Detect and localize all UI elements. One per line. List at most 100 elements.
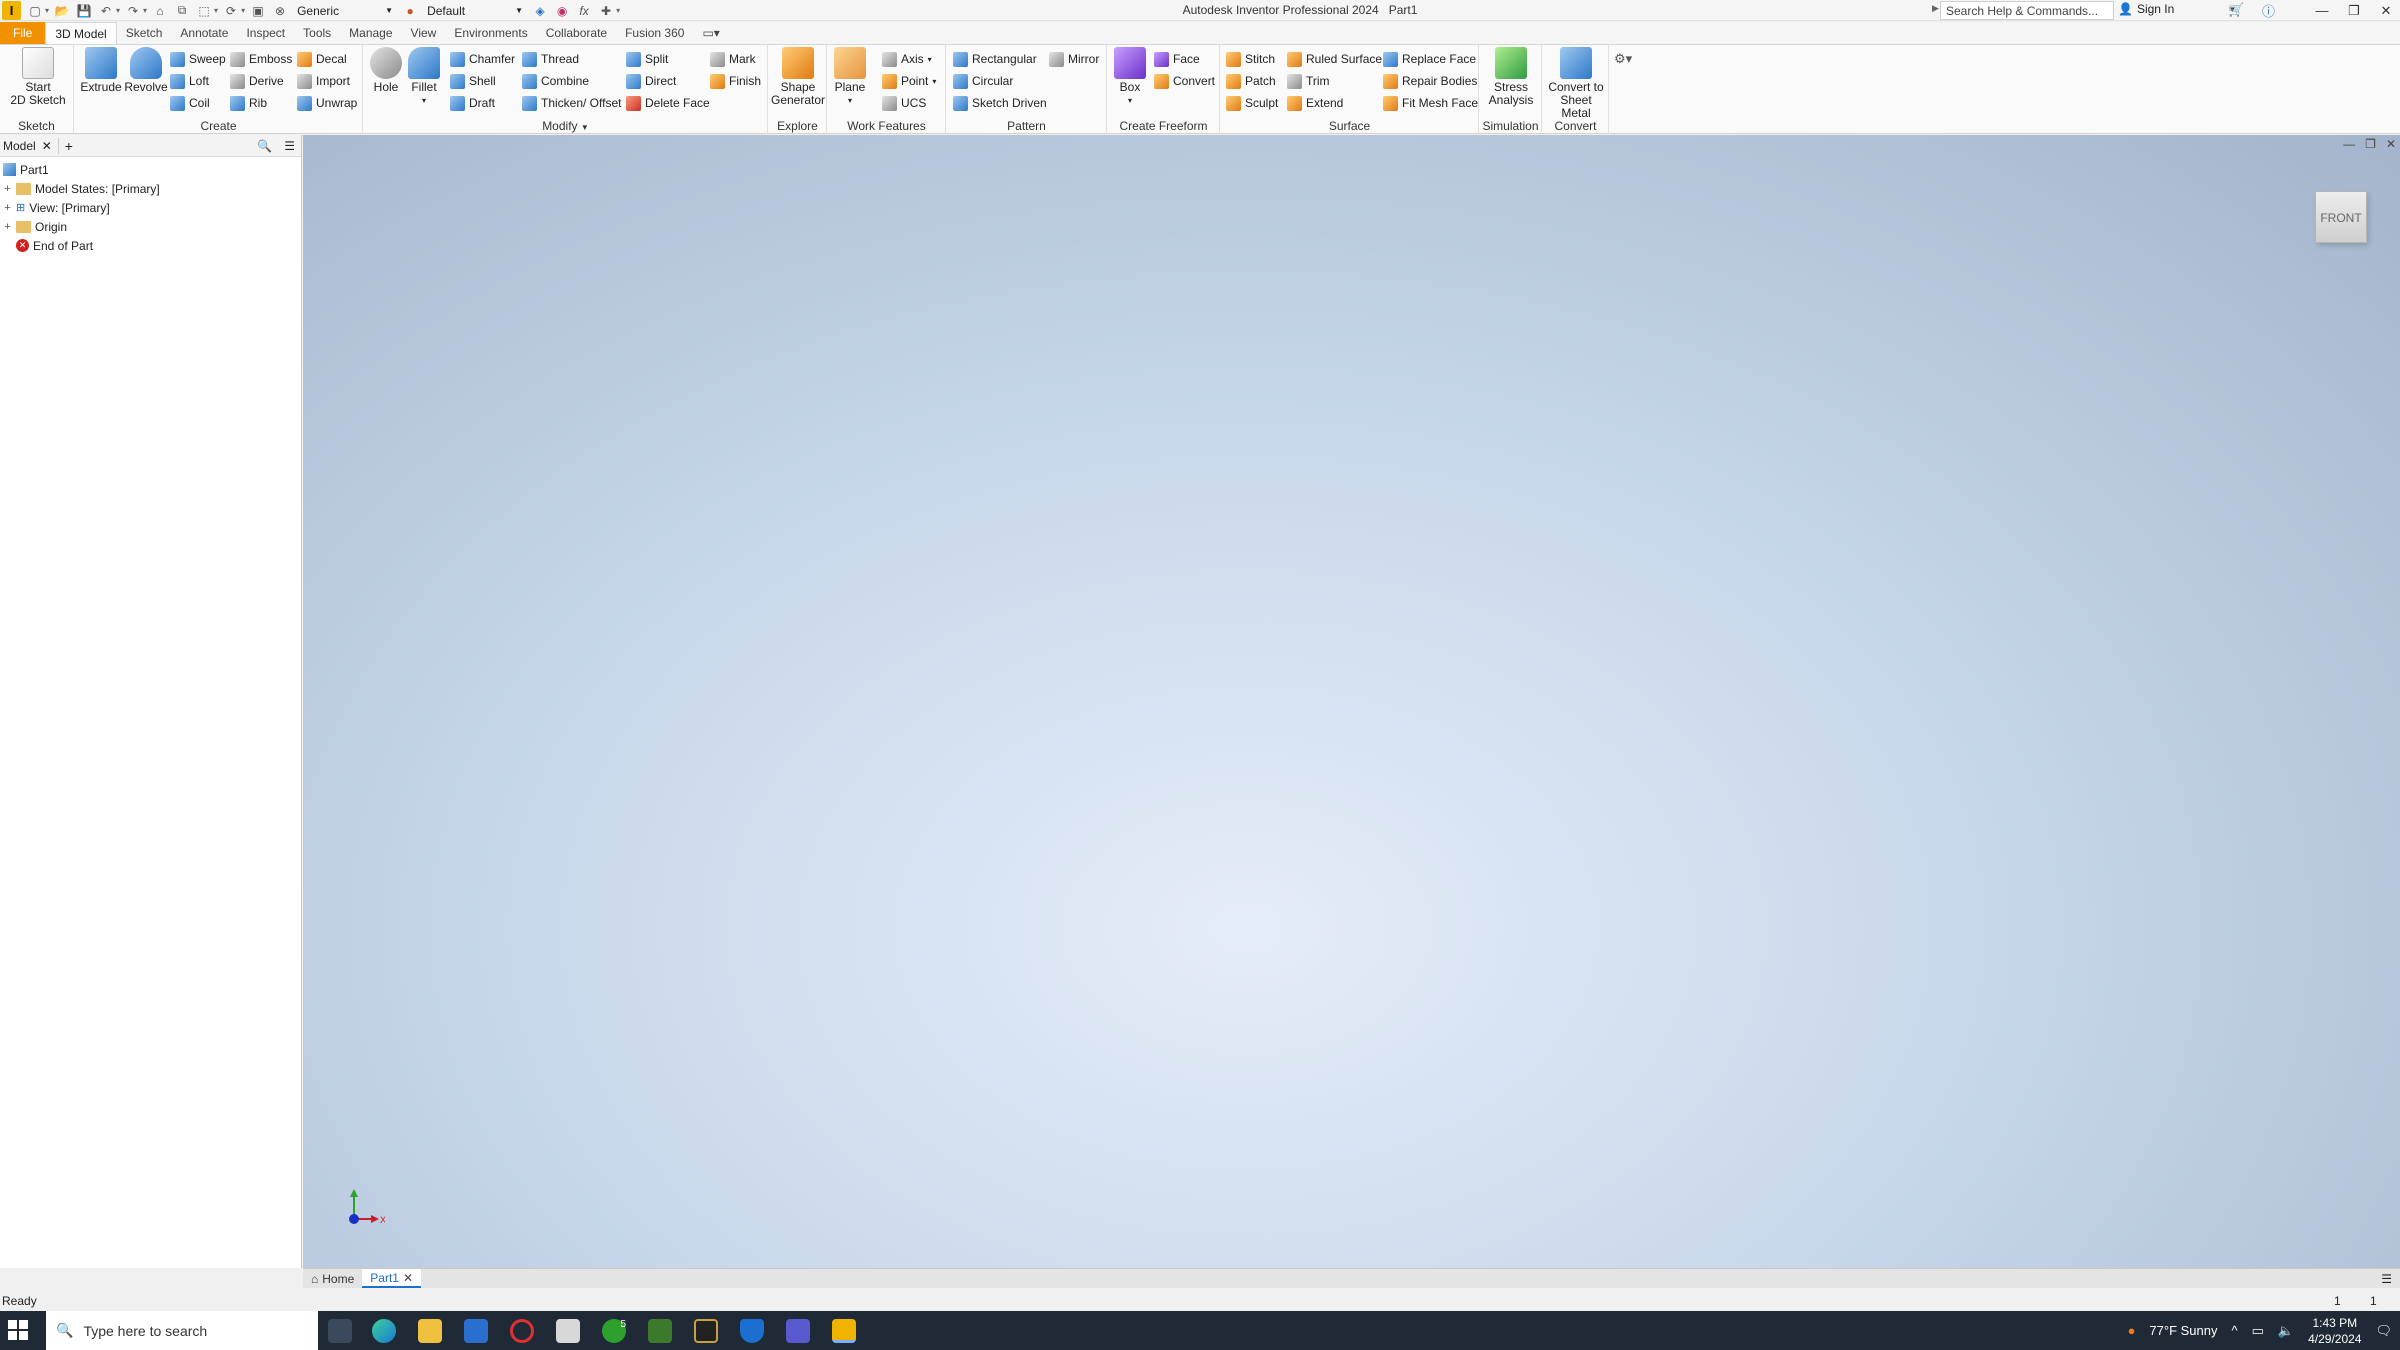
restore-icon[interactable]: ❐ xyxy=(2344,3,2364,19)
save-icon[interactable]: 💾 xyxy=(75,2,93,20)
weather-icon[interactable]: ● xyxy=(2128,1323,2136,1338)
sculpt-button[interactable]: Sculpt xyxy=(1226,93,1278,113)
material-icon[interactable]: ⊗ xyxy=(271,2,289,20)
tree-item-view[interactable]: + ⊞ View: [Primary] xyxy=(3,198,301,217)
customize-qat-icon[interactable]: ▾ xyxy=(616,6,620,15)
tab-environments[interactable]: Environments xyxy=(445,22,536,44)
fillet-button[interactable]: Fillet ▾ xyxy=(406,47,442,107)
windows-start-icon[interactable] xyxy=(8,1320,28,1340)
tab-3d-model[interactable]: 3D Model xyxy=(45,22,117,44)
search-input[interactable]: Search Help & Commands... xyxy=(1940,1,2114,20)
axis-button[interactable]: Axis ▾ xyxy=(882,49,932,69)
derive-button[interactable]: Derive xyxy=(230,71,284,91)
file-explorer-icon[interactable] xyxy=(418,1319,442,1343)
undo-dropdown-icon[interactable]: ▾ xyxy=(116,6,120,15)
tab-menu-icon[interactable]: ☰ xyxy=(2381,1272,2392,1286)
emboss-button[interactable]: Emboss xyxy=(230,49,292,69)
tab-collaborate[interactable]: Collaborate xyxy=(537,22,616,44)
tab-tools[interactable]: Tools xyxy=(294,22,340,44)
hole-button[interactable]: Hole xyxy=(368,47,404,94)
rib-button[interactable]: Rib xyxy=(230,93,267,113)
sketch-driven-button[interactable]: Sketch Driven xyxy=(953,93,1047,113)
close-icon[interactable]: ✕ xyxy=(2376,3,2396,19)
material-select[interactable]: Generic ▼ xyxy=(293,2,397,19)
extrude-button[interactable]: Extrude xyxy=(78,47,124,94)
fit-mesh-face-button[interactable]: Fit Mesh Face xyxy=(1383,93,1478,113)
sign-in-button[interactable]: 👤 Sign In ▼ xyxy=(2118,2,2236,16)
chevron-up-icon[interactable]: ^ xyxy=(2232,1323,2238,1338)
minimize-icon[interactable]: — xyxy=(2312,3,2332,18)
tab-file[interactable]: File xyxy=(0,22,46,44)
close-icon[interactable]: ✕ xyxy=(2386,137,2396,151)
tree-item-end-of-part[interactable]: ✕ End of Part xyxy=(3,236,301,255)
doc-tab-home[interactable]: ⌂ Home xyxy=(303,1269,362,1288)
return-icon[interactable]: ⧉ xyxy=(173,2,191,20)
start-2d-sketch-button[interactable]: Start 2D Sketch xyxy=(10,47,66,107)
open-icon[interactable]: 📂 xyxy=(53,2,71,20)
search-expand-icon[interactable]: ▶ xyxy=(1932,3,1939,14)
expand-icon[interactable]: + xyxy=(3,221,12,233)
notifications-icon[interactable]: 🗨 xyxy=(2375,1323,2392,1339)
expand-icon[interactable]: + xyxy=(3,183,12,195)
ribbon-display-toggle[interactable]: ▭▾ xyxy=(693,22,728,44)
circular-pattern-button[interactable]: Circular xyxy=(953,71,1013,91)
update-dropdown-icon[interactable]: ▾ xyxy=(241,6,245,15)
menu-icon[interactable]: ☰ xyxy=(284,139,295,153)
appearance-select[interactable]: Default ▼ xyxy=(423,2,527,19)
clock[interactable]: 1:43 PM 4/29/2024 xyxy=(2308,1315,2361,1347)
stitch-button[interactable]: Stitch xyxy=(1226,49,1275,69)
stress-analysis-button[interactable]: Stress Analysis xyxy=(1484,47,1538,107)
close-icon[interactable]: ✕ xyxy=(403,1271,413,1285)
rectangular-pattern-button[interactable]: Rectangular xyxy=(953,49,1037,69)
ruled-surface-button[interactable]: Ruled Surface xyxy=(1287,49,1382,69)
expand-icon[interactable]: + xyxy=(3,202,12,214)
tree-item-part1[interactable]: Part1 xyxy=(3,160,301,179)
help-icon[interactable]: ⓘ xyxy=(2262,1,2275,20)
face-button[interactable]: Face xyxy=(1154,49,1200,69)
box-button[interactable]: Box ▾ xyxy=(1112,47,1148,107)
search-icon[interactable]: 🔍 xyxy=(257,139,272,153)
shape-generator-button[interactable]: Shape Generator xyxy=(771,47,825,107)
draft-button[interactable]: Draft xyxy=(450,93,495,113)
store-icon[interactable] xyxy=(464,1319,488,1343)
graphics-viewport[interactable]: — ❐ ✕ FRONT X xyxy=(303,135,2400,1268)
viewcube[interactable]: FRONT xyxy=(2315,191,2367,243)
point-button[interactable]: Point ▾ xyxy=(882,71,936,91)
decal-button[interactable]: Decal xyxy=(297,49,347,69)
delete-face-button[interactable]: Delete Face xyxy=(626,93,710,113)
tree-item-model-states[interactable]: + Model States: [Primary] xyxy=(3,179,301,198)
repair-bodies-button[interactable]: Repair Bodies xyxy=(1383,71,1477,91)
tab-annotate[interactable]: Annotate xyxy=(171,22,237,44)
home-icon[interactable]: ⌂ xyxy=(151,2,169,20)
thicken-offset-button[interactable]: Thicken/ Offset xyxy=(522,93,621,113)
tab-fusion-360[interactable]: Fusion 360 xyxy=(616,22,693,44)
plane-button[interactable]: Plane ▾ xyxy=(832,47,868,107)
loft-button[interactable]: Loft xyxy=(170,71,209,91)
redo-icon[interactable]: ↷ xyxy=(124,2,142,20)
teams-icon[interactable] xyxy=(786,1319,810,1343)
volume-icon[interactable]: 🔈 xyxy=(2278,1323,2294,1339)
revolve-button[interactable]: Revolve xyxy=(122,47,170,94)
doc-tab-part1[interactable]: Part1 ✕ xyxy=(362,1269,422,1288)
adjust-icon[interactable]: ◈ xyxy=(531,2,549,20)
parameters-icon[interactable]: fx xyxy=(575,2,593,20)
extend-button[interactable]: Extend xyxy=(1287,93,1343,113)
sweep-button[interactable]: Sweep xyxy=(170,49,226,69)
terminal-icon[interactable] xyxy=(694,1319,718,1343)
cart-icon[interactable]: 🛒 xyxy=(2228,2,2244,18)
tree-item-origin[interactable]: + Origin xyxy=(3,217,301,236)
trim-button[interactable]: Trim xyxy=(1287,71,1330,91)
inventor-logo-icon[interactable]: I xyxy=(2,1,21,20)
measure-icon[interactable]: ▣ xyxy=(249,2,267,20)
import-button[interactable]: Import xyxy=(297,71,350,91)
app-icon[interactable] xyxy=(556,1319,580,1343)
add-icon[interactable]: ✚ xyxy=(597,2,615,20)
weather-text[interactable]: 77°F Sunny xyxy=(2149,1323,2217,1338)
update-icon[interactable]: ⟳ xyxy=(222,2,240,20)
new-dropdown-icon[interactable]: ▾ xyxy=(45,6,49,15)
tab-manage[interactable]: Manage xyxy=(340,22,401,44)
opera-icon[interactable] xyxy=(510,1319,534,1343)
xbox-icon[interactable]: 5 xyxy=(602,1319,626,1343)
thread-button[interactable]: Thread xyxy=(522,49,579,69)
undo-icon[interactable]: ↶ xyxy=(97,2,115,20)
